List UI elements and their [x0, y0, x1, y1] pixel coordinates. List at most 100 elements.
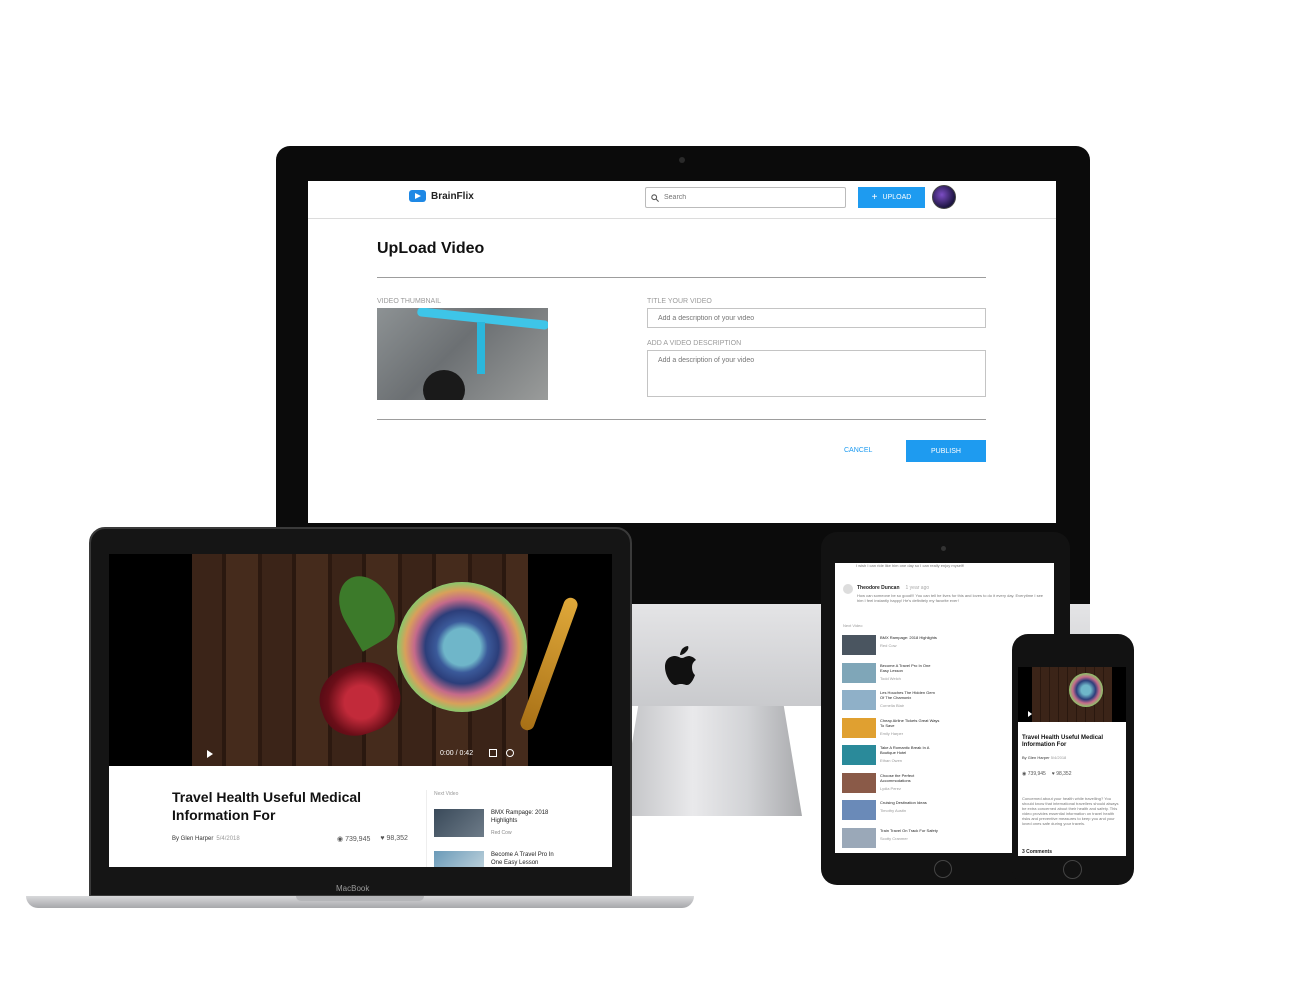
next-video-meta: BMX Rampage: 2018 Highlights Red Cow	[880, 635, 940, 655]
imac-screen: BrainFlix + UPLOAD UpLoad Video VIDEO TH…	[308, 181, 1056, 523]
next-video-meta: Train Travel On Track For Safety Scotty C…	[880, 828, 940, 848]
next-video-channel: Scotty Cranmer	[880, 835, 908, 841]
author-name: By Glen Harper	[172, 836, 214, 842]
next-video-item[interactable]: Become A Travel Pro In One Easy Lesson	[434, 851, 561, 867]
next-video-title: Les Houches The Hidden Gem Of The Chamon…	[880, 690, 935, 700]
form-divider	[377, 419, 986, 420]
next-video-title: Take A Romantic Break In A Boutique Hote…	[880, 745, 930, 755]
views-count: 739,945	[345, 836, 371, 843]
title-divider	[377, 277, 986, 278]
next-video-thumbnail	[842, 662, 876, 683]
likes-count: 98,352	[1056, 771, 1072, 777]
next-video-thumbnail	[842, 827, 876, 848]
next-video-title: Become A Travel Pro In One Easy Lesson	[491, 852, 554, 866]
next-video-thumbnail	[434, 851, 484, 867]
next-video-channel: Ethan Owen	[880, 758, 903, 763]
video-player[interactable]: 0:00 / 0:42	[109, 554, 612, 766]
iphone-screen: Travel Health Useful Medical Information…	[1018, 667, 1126, 856]
thumbnail-label: VIDEO THUMBNAIL	[377, 298, 442, 305]
video-thumbnail	[377, 308, 548, 400]
next-video-item[interactable]: BMX Rampage: 2018 Highlights Red Cow	[842, 635, 940, 655]
video-date: 5/4/2018	[216, 836, 240, 842]
next-video-title: Cheap Airline Tickets Great Ways To Save	[880, 717, 940, 728]
next-video-meta: Choose the Perfect Accommodations Lydia P…	[880, 773, 940, 793]
next-video-item[interactable]: BMX Rampage: 2018 Highlights Red Cow	[434, 809, 561, 837]
next-video-meta: Become A Travel Pro In One Easy Lesson To…	[880, 663, 940, 683]
user-avatar[interactable]	[932, 185, 956, 209]
next-video-title: Choose the Perfect Accommodations	[880, 772, 915, 783]
next-video-channel: Emily Harper	[880, 730, 904, 736]
video-controls: 0:00 / 0:42	[109, 742, 612, 766]
search-input[interactable]	[664, 194, 834, 201]
video-stats: ◉ 739,945 ♥ 98,352	[337, 835, 408, 843]
cancel-button[interactable]: CANCEL	[844, 447, 872, 454]
play-icon[interactable]	[1028, 711, 1032, 717]
next-video-title: Become A Travel Pro In One Easy Lesson	[880, 662, 931, 673]
likes-stat[interactable]: ♥ 98,352	[1052, 771, 1072, 777]
next-video-label: Next Video	[843, 623, 863, 628]
next-video-item[interactable]: Cheap Airline Tickets Great Ways To Save…	[842, 717, 940, 738]
column-divider	[426, 790, 427, 867]
next-video-meta: Les Houches The Hidden Gem Of The Chamon…	[880, 690, 940, 710]
next-video-thumbnail	[434, 809, 484, 837]
ipad-camera	[941, 546, 946, 551]
upload-button[interactable]: + UPLOAD	[858, 187, 925, 208]
search-icon	[651, 193, 659, 202]
next-video-label: Next Video	[434, 791, 459, 797]
next-video-meta: Take A Romantic Break In A Boutique Hote…	[880, 745, 940, 765]
video-frame	[1032, 667, 1112, 722]
imac-camera	[679, 157, 685, 163]
next-video-item[interactable]: Take A Romantic Break In A Boutique Hote…	[842, 745, 940, 765]
likes-stat[interactable]: ♥ 98,352	[380, 835, 408, 843]
video-title-input[interactable]	[647, 308, 986, 328]
next-video-channel: Timothy Austin	[880, 808, 907, 813]
next-video-item[interactable]: Les Houches The Hidden Gem Of The Chamon…	[842, 690, 940, 710]
next-video-meta: Cruising Destination Ideas Timothy Austin	[880, 800, 940, 820]
next-video-channel: Todd Welch	[880, 675, 901, 681]
video-author: By Glen Harper 5/4/2018	[172, 836, 240, 842]
apple-logo-icon	[665, 646, 696, 685]
video-title: Travel Health Useful Medical Information…	[1022, 735, 1104, 748]
commenter-avatar	[843, 584, 853, 594]
next-video-thumbnail	[842, 717, 876, 738]
next-video-thumbnail	[842, 772, 876, 793]
video-stats: ◉ 739,945 ♥ 98,352	[1022, 771, 1072, 777]
publish-button[interactable]: PUBLISH	[906, 440, 986, 462]
next-video-channel: Lydia Perez	[880, 785, 901, 791]
views-stat: ◉ 739,945	[337, 835, 370, 843]
next-video-channel: Red Cow	[491, 830, 512, 836]
volume-icon[interactable]	[506, 749, 514, 757]
video-frame	[192, 554, 580, 766]
brainflix-logo[interactable]: BrainFlix	[409, 190, 474, 202]
author-name: By Glen Harper	[1022, 755, 1050, 760]
likes-count: 98,352	[386, 835, 408, 842]
play-icon[interactable]	[207, 750, 213, 758]
commenter-name: Theodore Duncan 1 year ago	[857, 585, 929, 591]
next-video-item[interactable]: Train Travel On Track For Safety Scotty C…	[842, 827, 940, 848]
next-video-channel: Cornelia Blair	[880, 703, 905, 708]
fullscreen-icon[interactable]	[489, 749, 497, 757]
eye-icon: ◉	[337, 836, 346, 843]
next-video-title: BMX Rampage: 2018 Highlights	[880, 635, 937, 640]
page-title: UpLoad Video	[377, 240, 485, 257]
next-video-thumbnail	[842, 635, 876, 655]
video-description-input[interactable]	[647, 350, 986, 397]
next-video-thumbnail	[842, 745, 876, 765]
video-player[interactable]	[1018, 667, 1126, 722]
views-count: 739,945	[1027, 771, 1046, 777]
description-field-label: ADD A VIDEO DESCRIPTION	[647, 340, 742, 347]
search-box[interactable]	[645, 187, 846, 208]
commenter-name-text: Theodore Duncan	[857, 585, 900, 591]
upload-label: UPLOAD	[882, 194, 912, 201]
next-video-item[interactable]: Cruising Destination Ideas Timothy Austin	[842, 800, 940, 820]
comment-text: I wish I can ride like him one day so I …	[856, 563, 965, 568]
comment-age: 1 year ago	[905, 585, 930, 591]
title-field-label: TITLE YOUR VIDEO	[647, 298, 712, 305]
video-title: Travel Health Useful Medical Information…	[172, 789, 362, 823]
macbook-screen: 0:00 / 0:42 Travel Health Useful Medical…	[109, 554, 612, 867]
next-video-item[interactable]: Become A Travel Pro In One Easy Lesson To…	[842, 662, 940, 683]
next-video-channel: Red Cow	[880, 643, 897, 648]
video-author: By Glen Harper 5/4/2018	[1022, 755, 1066, 760]
next-video-item[interactable]: Choose the Perfect Accommodations Lydia P…	[842, 772, 940, 793]
next-video-title: Cruising Destination Ideas	[880, 800, 927, 805]
